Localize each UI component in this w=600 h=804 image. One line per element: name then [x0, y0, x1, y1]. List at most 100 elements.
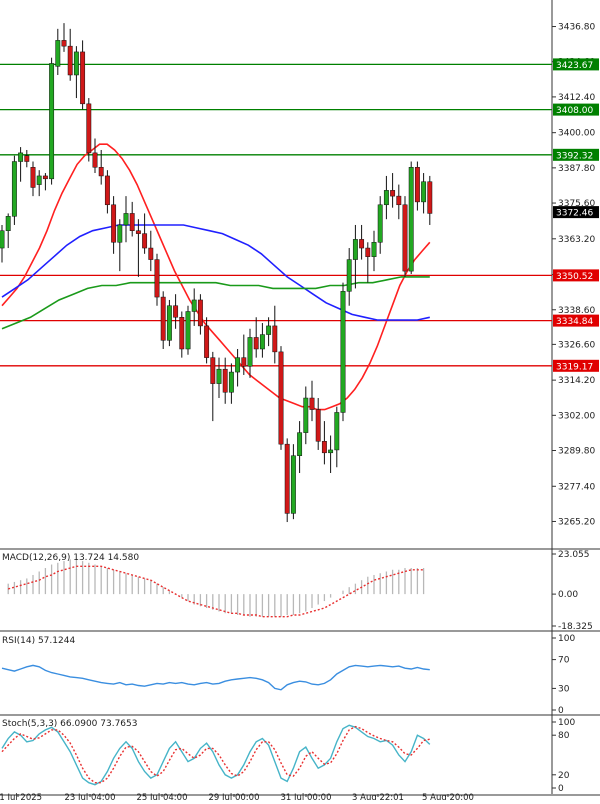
- candle-bearish: [148, 247, 154, 260]
- candle-bearish: [154, 259, 160, 298]
- x-tick-label: 23 Jul 04:00: [65, 793, 116, 800]
- candle-bullish: [334, 412, 340, 451]
- candle-bearish: [321, 441, 327, 454]
- level-label: 3350.52: [556, 272, 593, 282]
- candle-bearish: [396, 195, 402, 206]
- candle-bullish: [5, 216, 11, 231]
- y-tick-label: 3277.40: [558, 482, 595, 492]
- candle-bearish: [272, 325, 278, 353]
- y-tick-label: 3326.60: [558, 340, 595, 350]
- candle-bullish: [297, 432, 303, 456]
- candle-bearish: [24, 155, 30, 162]
- y-tick-label: 3302.00: [558, 411, 595, 421]
- candle-bearish: [142, 233, 148, 249]
- candle-bullish: [36, 175, 42, 185]
- candle-bearish: [204, 325, 210, 358]
- y-tick-label: 3400.00: [558, 129, 595, 139]
- candle-bullish: [383, 190, 389, 206]
- x-tick-label: 3 Aug 22:01: [352, 793, 404, 800]
- candle-bullish: [185, 311, 191, 350]
- candle-bullish: [266, 325, 272, 335]
- candle-bearish: [129, 213, 135, 231]
- candle-bearish: [210, 357, 216, 384]
- candle-bullish: [377, 204, 383, 243]
- x-tick-label: 29 Jul 00:00: [209, 793, 260, 800]
- candle-bullish: [352, 239, 358, 260]
- candle-bearish: [309, 397, 315, 410]
- candle-bullish: [73, 51, 79, 76]
- stoch-main-line: [1, 724, 431, 786]
- level-label: 3319.17: [556, 362, 593, 372]
- candle-bullish: [166, 305, 172, 341]
- y-tick-label: 30: [558, 684, 570, 694]
- candle-bullish: [247, 337, 253, 367]
- candle-bearish: [197, 299, 203, 327]
- candle-bearish: [402, 204, 408, 272]
- candle-bullish: [328, 449, 334, 454]
- candle-bearish: [86, 103, 92, 154]
- candle-bearish: [61, 40, 67, 47]
- candle-bearish: [80, 51, 86, 105]
- y-tick-label: 0: [558, 706, 564, 716]
- candle-bearish: [104, 175, 110, 206]
- x-tick-label: 5 Aug 20:00: [422, 793, 474, 800]
- y-tick-label: 3265.20: [558, 517, 595, 527]
- candle-bearish: [30, 167, 36, 188]
- level-label: 3423.67: [556, 61, 593, 71]
- candle-bullish: [0, 230, 5, 249]
- y-tick-label: 0: [558, 784, 564, 794]
- y-tick-label: 20: [558, 771, 570, 781]
- y-tick-label: 80: [558, 731, 570, 741]
- rsi-line: [1, 664, 430, 691]
- candle-bearish: [42, 175, 48, 180]
- x-tick-label: 31 Jul 00:00: [281, 793, 332, 800]
- y-tick-label: 3314.20: [558, 376, 595, 386]
- y-tick-label: 3338.60: [558, 306, 595, 316]
- candle-bullish: [123, 213, 129, 226]
- candle-bearish: [222, 368, 228, 393]
- candle-bullish: [408, 167, 414, 272]
- candle-bearish: [390, 190, 396, 197]
- candle-bearish: [135, 230, 141, 234]
- candle-bearish: [241, 357, 247, 367]
- y-tick-label: 23.055: [558, 550, 590, 560]
- candle-bullish: [421, 181, 427, 203]
- candle-bullish: [55, 40, 61, 67]
- y-tick-label: -18.325: [558, 622, 593, 632]
- candle-bullish: [49, 63, 55, 180]
- macd-title: MACD(12,26,9) 13.724 14.580: [2, 553, 139, 563]
- y-tick-label: 3412.40: [558, 93, 595, 103]
- candle-bullish: [228, 371, 234, 393]
- candle-bullish: [216, 368, 222, 384]
- candle-bullish: [191, 299, 197, 312]
- candle-bullish: [259, 334, 265, 350]
- y-tick-label: 70: [558, 656, 570, 666]
- candle-bearish: [284, 443, 290, 514]
- level-label: 3408.00: [556, 106, 593, 116]
- candle-bearish: [98, 167, 104, 177]
- candle-bearish: [278, 351, 284, 445]
- candle-bullish: [340, 291, 346, 413]
- y-tick-label: 3387.80: [558, 164, 595, 174]
- y-tick-label: 100: [558, 634, 575, 644]
- y-tick-label: 3363.20: [558, 235, 595, 245]
- candle-bearish: [359, 239, 365, 249]
- candle-bullish: [11, 161, 17, 217]
- candle-bearish: [414, 167, 420, 203]
- candle-bearish: [173, 305, 179, 318]
- rsi-title: RSI(14) 57.1244: [2, 636, 75, 646]
- candle-bullish: [18, 152, 24, 162]
- candle-bearish: [160, 296, 166, 341]
- y-tick-label: 3289.80: [558, 447, 595, 457]
- last-price-label: 3372.46: [556, 209, 593, 219]
- candle-bearish: [92, 152, 98, 168]
- chart-container: 3436.803424.603412.403400.003387.803375.…: [0, 0, 600, 803]
- level-label: 3334.84: [556, 317, 593, 327]
- y-tick-label: 3436.80: [558, 23, 595, 33]
- candle-bearish: [315, 409, 321, 442]
- level-label: 3392.32: [556, 151, 593, 161]
- candle-bullish: [371, 242, 377, 257]
- candle-bullish: [346, 259, 352, 292]
- y-tick-label: 0.00: [558, 590, 578, 600]
- moving-average-line: [1, 224, 430, 321]
